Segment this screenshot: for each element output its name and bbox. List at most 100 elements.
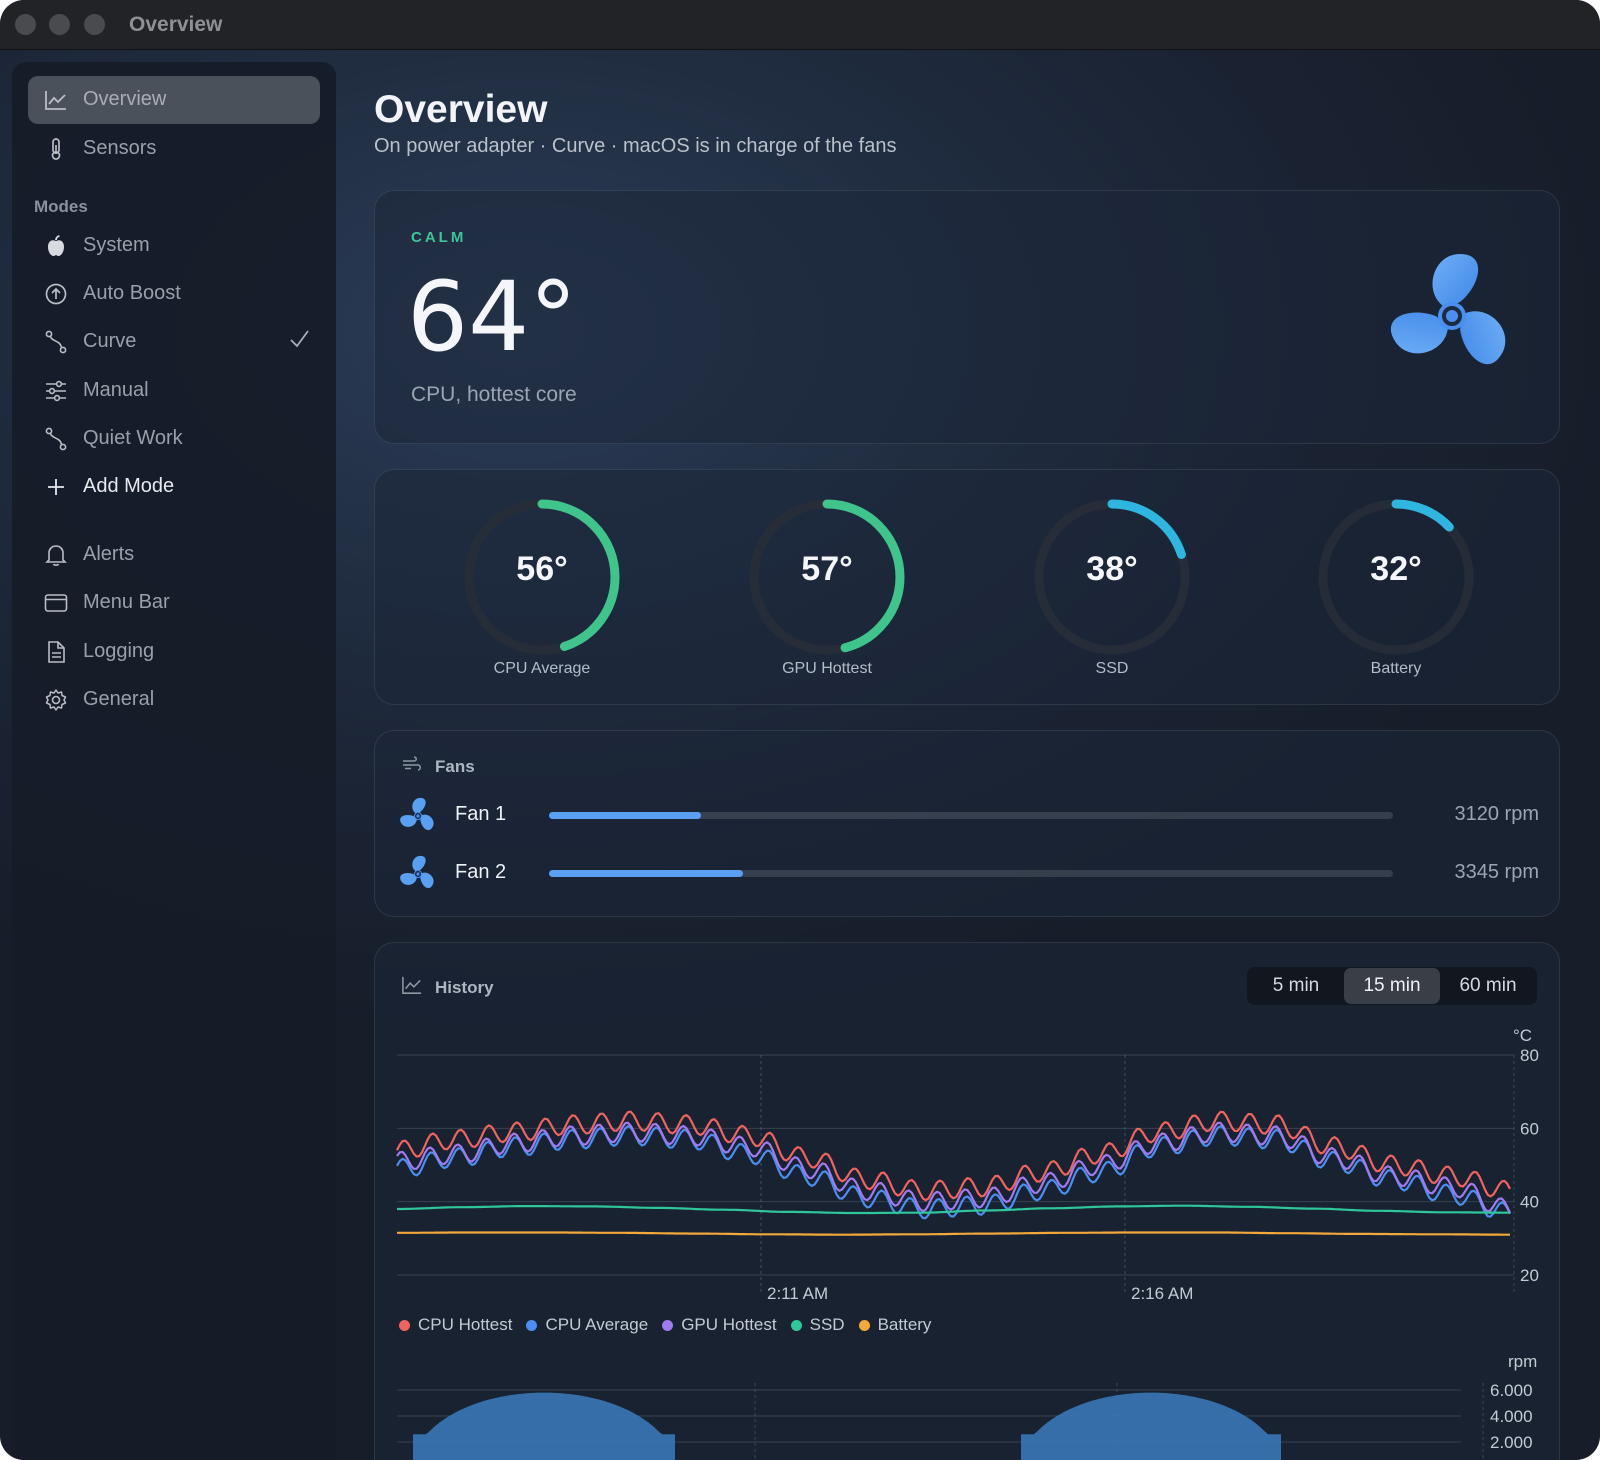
legend-swatch xyxy=(858,1319,870,1331)
y-tick-label: 40 xyxy=(1520,1193,1539,1212)
close-window-button[interactable] xyxy=(15,14,36,35)
curve-icon xyxy=(44,330,68,354)
legend-swatch xyxy=(399,1319,410,1331)
gauge-battery: 32° Battery xyxy=(1311,492,1481,682)
y-tick-label: 2.000 xyxy=(1490,1433,1533,1452)
legend-label: SSD xyxy=(809,1315,845,1334)
range-15-min-button[interactable]: 15 min xyxy=(1344,968,1440,1004)
gauge-label: CPU Average xyxy=(493,660,591,677)
arrow-up-circle-icon xyxy=(44,282,68,306)
gauge-value: 57° xyxy=(801,550,853,588)
hero-card: CALM 64° CPU, hottest core xyxy=(374,190,1560,444)
legend-label: Battery xyxy=(877,1315,932,1334)
window-title: Overview xyxy=(129,13,223,36)
fan-icon xyxy=(399,855,437,898)
legend-swatch xyxy=(662,1319,674,1331)
sidebar-item-label: Menu Bar xyxy=(83,591,170,613)
legend-item: Battery xyxy=(858,1315,932,1335)
status-label: CALM xyxy=(411,229,467,246)
modes-heading: Modes xyxy=(34,197,88,216)
sidebar-item-manual[interactable]: Manual xyxy=(28,367,320,415)
gauge-cpu-average: 56° CPU Average xyxy=(457,492,627,682)
sliders-icon xyxy=(44,379,68,403)
app-window: Overview Overview Sensors Modes System A… xyxy=(0,0,1600,1460)
gauges-card: 56° CPU Average 57° GPU Hottest 38° SSD xyxy=(374,469,1560,705)
sidebar-item-auto-boost[interactable]: Auto Boost xyxy=(28,270,320,318)
sidebar-item-sensors[interactable]: Sensors xyxy=(28,125,320,173)
title-bar: Overview xyxy=(0,0,1600,50)
sidebar-item-label: System xyxy=(83,234,150,256)
sidebar-item-general[interactable]: General xyxy=(28,676,320,724)
y-tick-label: 80 xyxy=(1520,1046,1539,1065)
add-mode-button[interactable]: Add Mode xyxy=(28,463,320,511)
hero-temperature: 64° xyxy=(407,261,578,373)
fan-rpm: 3345 rpm xyxy=(1454,861,1540,883)
legend-label: GPU Hottest xyxy=(681,1315,777,1334)
legend-item: SSD xyxy=(790,1315,845,1335)
chart-legend: CPU Hottest CPU Average GPU Hottest SSD … xyxy=(399,1315,945,1335)
history-heading: History xyxy=(435,977,494,997)
fan-speed-fill xyxy=(549,870,744,877)
series-line-cpu-hottest xyxy=(396,1110,1511,1202)
zoom-window-button[interactable] xyxy=(84,14,105,35)
fan-name: Fan 1 xyxy=(455,803,507,825)
sidebar-item-system[interactable]: System xyxy=(28,222,320,270)
legend-item: CPU Average xyxy=(526,1315,648,1335)
fan-row: Fan 2 3345 rpm xyxy=(399,853,1539,893)
sidebar-item-label: Overview xyxy=(83,88,167,110)
fan-rpm: 3120 rpm xyxy=(1454,803,1540,825)
gauge-gpu-hottest: 57° GPU Hottest xyxy=(742,492,912,682)
fans-card: Fans Fan 1 3120 rpm Fan 2 3345 rpm xyxy=(374,730,1560,917)
wind-icon xyxy=(401,755,423,778)
fan-speed-bar xyxy=(549,812,1393,819)
gauge-label: Battery xyxy=(1370,660,1422,677)
gauge-value: 38° xyxy=(1086,550,1138,588)
history-card: History 5 min 15 min 60 min 80 60 40 20 °C 2:… xyxy=(374,942,1560,1460)
legend-item: GPU Hottest xyxy=(662,1315,777,1335)
sidebar-item-menu-bar[interactable]: Menu Bar xyxy=(28,579,320,627)
range-5-min-button[interactable]: 5 min xyxy=(1248,968,1344,1004)
sidebar-item-label: Sensors xyxy=(83,137,157,159)
curve-icon xyxy=(44,427,68,451)
fan-icon xyxy=(399,797,437,840)
chart-line-icon xyxy=(44,88,68,112)
sidebar-item-label: Auto Boost xyxy=(83,282,181,304)
legend-label: CPU Average xyxy=(545,1315,649,1334)
rpm-area xyxy=(413,1392,675,1460)
chart-line-icon xyxy=(401,975,423,1000)
fans-header: Fans xyxy=(401,755,475,778)
checkmark-icon xyxy=(288,328,310,355)
sidebar-item-logging[interactable]: Logging xyxy=(28,628,320,676)
document-icon xyxy=(44,640,68,664)
sidebar-item-overview[interactable]: Overview xyxy=(28,76,320,124)
sidebar-item-label: Alerts xyxy=(83,543,135,565)
sidebar-item-label: Quiet Work xyxy=(83,427,183,449)
legend-label: CPU Hottest xyxy=(418,1315,513,1334)
sidebar-item-label: Curve xyxy=(83,330,137,352)
page-subtitle: On power adapter · Curve · macOS is in c… xyxy=(374,135,897,157)
sidebar-item-curve[interactable]: Curve xyxy=(28,318,320,366)
sidebar-item-alerts[interactable]: Alerts xyxy=(28,531,320,579)
bell-icon xyxy=(44,543,68,567)
legend-swatch xyxy=(790,1319,802,1331)
y-tick-label: 60 xyxy=(1520,1119,1539,1138)
sidebar-item-label: General xyxy=(83,688,155,710)
sidebar-item-quiet-work[interactable]: Quiet Work xyxy=(28,415,320,463)
fan-icon xyxy=(1387,251,1517,386)
time-range-selector: 5 min 15 min 60 min xyxy=(1247,967,1537,1005)
sidebar: Overview Sensors Modes System Auto Boost xyxy=(12,62,336,1460)
rpm-area xyxy=(1021,1392,1281,1460)
fan-name: Fan 2 xyxy=(455,861,507,883)
sidebar-item-label: Logging xyxy=(83,640,155,662)
fans-heading: Fans xyxy=(435,756,475,776)
minimize-window-button[interactable] xyxy=(49,14,70,35)
y-tick-label: 6.000 xyxy=(1490,1381,1533,1400)
y-axis-unit: °C xyxy=(1513,1026,1532,1045)
y-axis-unit: rpm xyxy=(1508,1353,1537,1371)
fan-row: Fan 1 3120 rpm xyxy=(399,795,1539,835)
x-tick-label: 2:11 AM xyxy=(767,1284,828,1303)
range-60-min-button[interactable]: 60 min xyxy=(1440,968,1536,1004)
fan-rpm-chart: rpm 6.000 4.000 2.000 xyxy=(397,1353,1537,1460)
series-line-cpu-average xyxy=(396,1125,1511,1220)
gauge-value: 32° xyxy=(1370,550,1422,588)
